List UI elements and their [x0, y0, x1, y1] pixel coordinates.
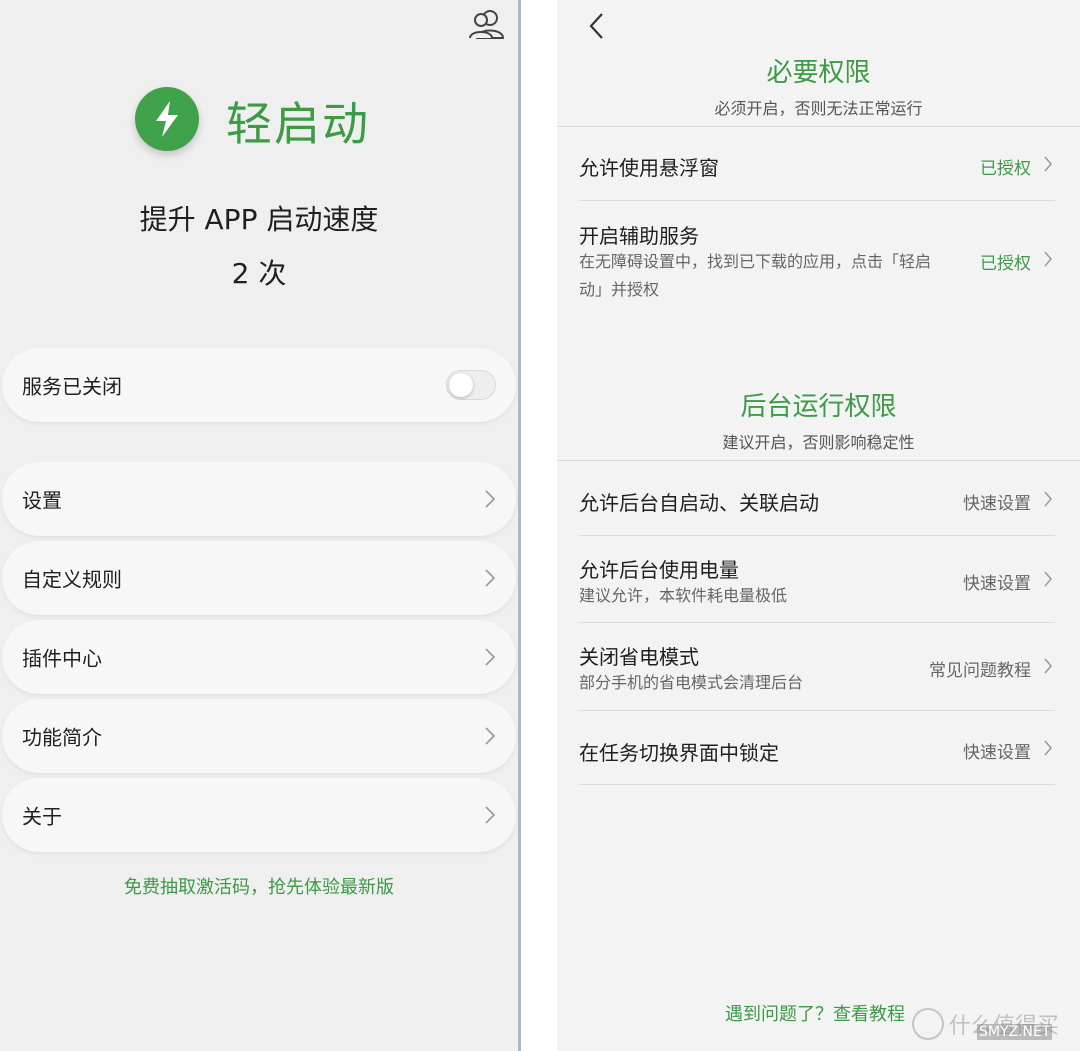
permission-row-overlay[interactable]: 允许使用悬浮窗 已授权	[579, 126, 1059, 200]
menu-item-settings[interactable]: 设置	[2, 462, 516, 536]
permission-row-autostart[interactable]: 允许后台自启动、关联启动 快速设置	[579, 460, 1059, 535]
app-logo	[135, 87, 199, 151]
toggle-knob	[449, 373, 473, 397]
menu-item-label: 插件中心	[22, 646, 102, 671]
chevron-right-icon	[1044, 156, 1052, 172]
promo-link[interactable]: 免费抽取激活码，抢先体验最新版	[0, 873, 518, 899]
screenshot-root: 轻启动 提升 APP 启动速度 2 次 服务已关闭 设置 自定义规则 插件中心 …	[0, 0, 1080, 1051]
permission-title: 开启辅助服务	[579, 224, 699, 248]
back-arrow-icon[interactable]	[587, 12, 607, 40]
permission-status: 常见问题教程	[929, 661, 1031, 681]
help-link[interactable]: 遇到问题了？查看教程	[725, 1000, 905, 1026]
chevron-right-icon	[1044, 740, 1052, 756]
menu-item-custom-rules[interactable]: 自定义规则	[2, 541, 516, 615]
permissions-screen: 必要权限 必须开启，否则无法正常运行 允许使用悬浮窗 已授权 开启辅助服务 在无…	[557, 0, 1080, 1051]
menu-item-plugin-center[interactable]: 插件中心	[2, 620, 516, 694]
permission-title: 允许后台自启动、关联启动	[579, 491, 819, 515]
menu-item-label: 设置	[22, 488, 62, 513]
permission-row-lock-task[interactable]: 在任务切换界面中锁定 快速设置	[579, 710, 1059, 784]
section-title-background: 后台运行权限	[740, 392, 897, 422]
watermark-logo-icon	[912, 1008, 944, 1040]
chevron-right-icon	[1044, 571, 1052, 587]
chevron-right-icon	[485, 648, 496, 666]
menu-item-label: 功能简介	[22, 725, 102, 750]
permission-desc: 部分手机的省电模式会清理后台	[579, 673, 804, 692]
permission-status: 快速设置	[963, 494, 1031, 514]
launch-count: 2 次	[231, 257, 287, 290]
tagline: 提升 APP 启动速度	[139, 203, 379, 236]
chevron-right-icon	[1044, 491, 1052, 507]
chevron-right-icon	[1044, 251, 1052, 267]
permission-desc: 建议允许，本软件耗电量极低	[579, 586, 788, 605]
lightning-icon	[156, 101, 178, 137]
menu-item-about[interactable]: 关于	[2, 778, 516, 852]
permission-status: 快速设置	[963, 743, 1031, 763]
permission-title: 在任务切换界面中锁定	[579, 741, 779, 765]
permission-title: 关闭省电模式	[579, 645, 699, 669]
permission-status: 快速设置	[963, 574, 1031, 594]
chevron-right-icon	[485, 727, 496, 745]
menu-item-label: 自定义规则	[22, 567, 122, 592]
permission-title: 允许后台使用电量	[579, 558, 739, 582]
chevron-right-icon	[485, 490, 496, 508]
users-icon[interactable]	[468, 8, 506, 40]
watermark-sub: SMYZ.NET	[977, 1024, 1053, 1040]
section-subtitle-required: 必须开启，否则无法正常运行	[714, 99, 923, 118]
permission-status: 已授权	[980, 254, 1031, 274]
permission-desc: 在无障碍设置中，找到已下载的应用，点击「轻启 动」并授权	[579, 252, 932, 299]
service-toggle-row[interactable]: 服务已关闭	[2, 348, 516, 422]
service-toggle[interactable]	[446, 370, 496, 400]
permission-status: 已授权	[980, 159, 1031, 179]
permission-title: 允许使用悬浮窗	[579, 156, 719, 180]
chevron-right-icon	[485, 806, 496, 824]
app-name: 轻启动	[226, 97, 370, 151]
service-status-label: 服务已关闭	[22, 374, 122, 399]
home-screen: 轻启动 提升 APP 启动速度 2 次 服务已关闭 设置 自定义规则 插件中心 …	[0, 0, 518, 1051]
panel-gap	[521, 0, 557, 1051]
chevron-right-icon	[1044, 658, 1052, 674]
permission-row-accessibility[interactable]: 开启辅助服务 在无障碍设置中，找到已下载的应用，点击「轻启 动」并授权 已授权	[579, 200, 1059, 310]
permission-row-battery[interactable]: 允许后台使用电量 建议允许，本软件耗电量极低 快速设置	[579, 535, 1059, 622]
chevron-right-icon	[485, 569, 496, 587]
divider	[579, 784, 1055, 785]
menu-item-label: 关于	[22, 804, 62, 829]
section-title-required: 必要权限	[766, 58, 871, 88]
section-subtitle-background: 建议开启，否则影响稳定性	[722, 433, 915, 452]
permission-row-power-saving[interactable]: 关闭省电模式 部分手机的省电模式会清理后台 常见问题教程	[579, 622, 1059, 710]
menu-item-features[interactable]: 功能简介	[2, 699, 516, 773]
